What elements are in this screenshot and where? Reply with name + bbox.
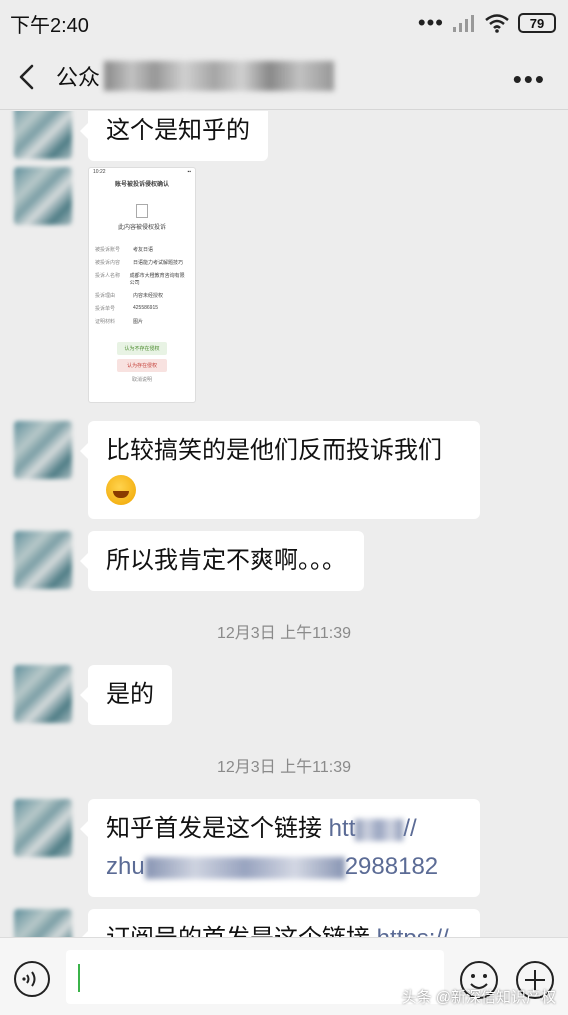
- signal-icon: [453, 15, 474, 32]
- chat-title: 公众: [56, 60, 335, 92]
- watermark: 头条 @新深信知识产权: [401, 989, 556, 1006]
- avatar[interactable]: [14, 167, 72, 225]
- input-bar: 头条 @新深信知识产权: [0, 937, 568, 1015]
- message-list[interactable]: 这个是知乎的 10:22 ▪▪ 账号被投诉侵权确认 此内容被侵权投诉 被投诉账号考…: [0, 111, 568, 937]
- link-end[interactable]: //: [403, 815, 416, 842]
- back-arrow-icon[interactable]: [14, 62, 42, 92]
- message-text: 订阅号的首发是这个链接: [106, 925, 377, 937]
- blurred-link: [144, 856, 345, 879]
- document-icon: [136, 204, 148, 218]
- message-text: 是的: [106, 681, 154, 708]
- avatar[interactable]: [14, 421, 72, 479]
- voice-input-icon[interactable]: [13, 960, 51, 998]
- mini-heading: 此内容被侵权投诉: [117, 225, 166, 231]
- message-text: 知乎首发是这个链接: [106, 815, 329, 842]
- battery-icon: 79: [518, 13, 556, 33]
- text-caret: [78, 964, 80, 992]
- more-options-icon[interactable]: •••: [513, 66, 546, 92]
- message-text: 这个是知乎的: [106, 117, 250, 144]
- link-line2-end[interactable]: 2988182: [345, 853, 438, 880]
- mini-row: 被投诉账号 考友日语: [95, 247, 154, 253]
- image-message[interactable]: 10:22 ▪▪ 账号被投诉侵权确认 此内容被侵权投诉 被投诉账号 考友日语 被投诉…: [88, 167, 196, 403]
- status-bar: 下午2:40 ••• 79: [0, 0, 568, 46]
- chat-header: 公众 •••: [0, 46, 568, 110]
- message-bubble[interactable]: 这个是知乎的: [80, 111, 268, 161]
- mini-reject-button: 认为存在侵权: [117, 359, 167, 372]
- avatar[interactable]: [14, 909, 72, 937]
- link-line2-start[interactable]: zhu: [106, 853, 145, 880]
- mini-row: 被投诉内容 日语能力考试解题技巧: [95, 260, 184, 266]
- message-text: 所以我肯定不爽啊。。。: [106, 547, 346, 574]
- blurred-link: [355, 818, 404, 841]
- message-bubble[interactable]: 比较搞笑的是他们反而投诉我们: [80, 421, 480, 519]
- avatar[interactable]: [14, 111, 72, 159]
- mini-row: 投诉理由 内容未经授权: [95, 293, 164, 299]
- avatar[interactable]: [14, 531, 72, 589]
- message-bubble[interactable]: 所以我肯定不爽啊。。。: [80, 531, 364, 591]
- mini-accept-button: 认为不存在侵权: [117, 342, 167, 355]
- avatar[interactable]: [14, 665, 72, 723]
- message-bubble[interactable]: 知乎首发是这个链接 htt // zhu 2988182: [80, 799, 480, 897]
- mini-title: 账号被投诉侵权确认: [114, 182, 169, 188]
- chat-title-text: 公众: [56, 65, 101, 90]
- status-icons: ••• 79: [418, 12, 556, 34]
- avatar[interactable]: [14, 799, 72, 857]
- message-bubble[interactable]: 是的: [80, 665, 172, 725]
- link-start[interactable]: htt: [329, 815, 356, 842]
- mini-row: 投诉单号 425586915: [95, 305, 159, 312]
- message-text: 比较搞笑的是他们反而投诉我们: [106, 437, 442, 464]
- link-start[interactable]: https://: [377, 925, 449, 937]
- message-bubble[interactable]: 订阅号的首发是这个链接 https://: [80, 909, 480, 937]
- timestamp: 12月3日 上午11:39: [217, 759, 351, 776]
- mini-row: 证明材料 图片: [95, 319, 144, 325]
- facepalm-emoji-icon: [106, 474, 136, 505]
- blurred-title: [104, 61, 335, 91]
- mini-footer: 取消说明: [131, 377, 152, 383]
- message-input[interactable]: [66, 950, 444, 1004]
- timestamp: 12月3日 上午11:39: [217, 625, 351, 642]
- status-time: 下午2:40: [10, 14, 89, 37]
- wifi-icon: [485, 14, 509, 33]
- mini-row: 投诉人名称 成都市大橙教育咨询有限公司: [95, 273, 185, 286]
- notification-dots-icon: •••: [417, 10, 444, 35]
